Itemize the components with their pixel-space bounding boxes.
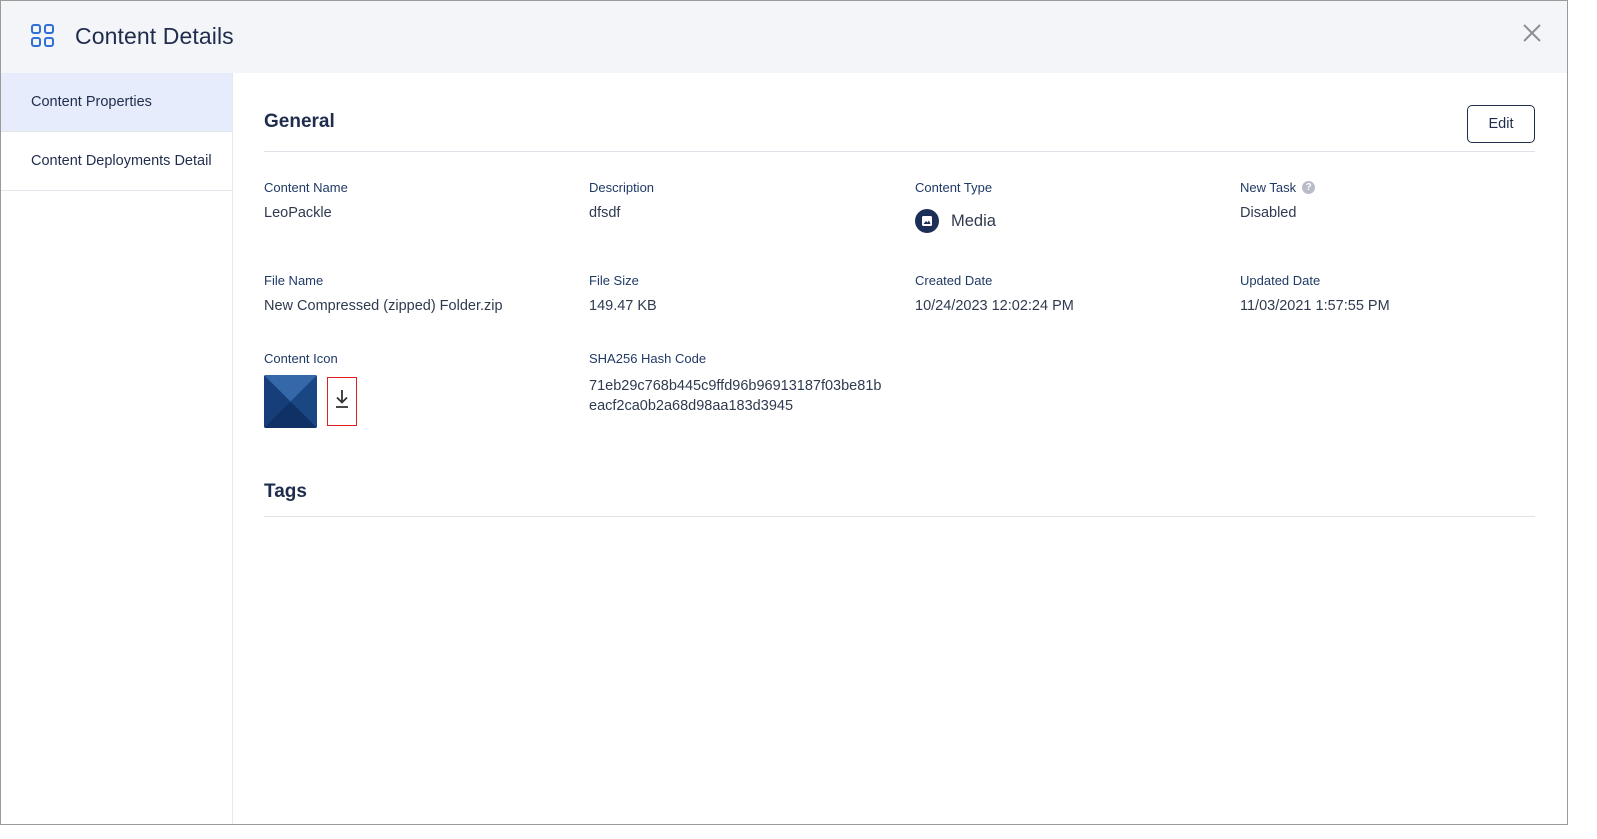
general-divider: [264, 151, 1535, 152]
description-value: dfsdf: [589, 205, 621, 221]
sidebar: Content Properties Content Deployments D…: [1, 73, 233, 824]
updated-date-value: 11/03/2021 1:57:55 PM: [1240, 298, 1390, 314]
new-task-value: Disabled: [1240, 205, 1297, 221]
new-task-label-text: New Task: [1240, 180, 1297, 195]
file-size-field: File Size 149.47 KB: [589, 273, 657, 314]
content-icon-row: [264, 375, 357, 428]
general-section-title: General: [264, 111, 335, 132]
download-button[interactable]: [327, 377, 357, 426]
download-icon: [334, 388, 350, 415]
content-name-value: LeoPackle: [264, 205, 332, 221]
new-task-field: New Task ? Disabled: [1240, 180, 1316, 221]
media-icon: [915, 209, 939, 233]
content-name-label: Content Name: [264, 180, 348, 195]
description-field: Description dfsdf: [589, 180, 654, 221]
created-date-field: Created Date 10/24/2023 12:02:24 PM: [915, 273, 1074, 314]
sha256-label: SHA256 Hash Code: [589, 351, 707, 366]
sha256-value: 71eb29c768b445c9ffd96b96913187f03be81b e…: [589, 376, 881, 416]
updated-date-label: Updated Date: [1240, 273, 1321, 288]
tags-divider: [264, 516, 1535, 517]
sidebar-item-content-properties[interactable]: Content Properties: [1, 73, 232, 132]
file-size-value: 149.47 KB: [589, 298, 657, 314]
sidebar-item-content-deployments-detail[interactable]: Content Deployments Detail: [1, 132, 232, 191]
updated-date-field: Updated Date 11/03/2021 1:57:55 PM: [1240, 273, 1390, 314]
file-name-field: File Name New Compressed (zipped) Folder…: [264, 273, 503, 314]
content-name-field: Content Name LeoPackle: [264, 180, 348, 221]
content-icon-field: Content Icon: [264, 351, 357, 428]
tags-section-title: Tags: [264, 481, 307, 502]
page-title: Content Details: [75, 23, 234, 49]
grid-icon: [31, 24, 55, 48]
content-type-field: Content Type Media: [915, 180, 996, 233]
content-type-value: Media: [915, 209, 996, 233]
close-icon[interactable]: [1520, 21, 1544, 45]
help-icon[interactable]: ?: [1302, 181, 1316, 194]
edit-button[interactable]: Edit: [1467, 105, 1535, 143]
sha256-line-1: 71eb29c768b445c9ffd96b96913187f03be81b: [589, 378, 882, 394]
description-label: Description: [589, 180, 655, 195]
created-date-label: Created Date: [915, 273, 993, 288]
content-icon-label: Content Icon: [264, 351, 338, 366]
created-date-value: 10/24/2023 12:02:24 PM: [915, 298, 1074, 314]
sha256-field: SHA256 Hash Code 71eb29c768b445c9ffd96b9…: [589, 351, 881, 416]
sha256-line-2: eacf2ca0b2a68d98aa183d3945: [589, 398, 794, 414]
new-task-label: New Task ?: [1240, 180, 1316, 195]
content-type-label: Content Type: [915, 180, 993, 195]
content-type-text: Media: [951, 211, 996, 230]
header-bar: Content Details: [1, 1, 1567, 73]
file-name-value: New Compressed (zipped) Folder.zip: [264, 298, 503, 314]
file-size-label: File Size: [589, 273, 639, 288]
content-details-window: Content Details Content Properties Conte…: [0, 0, 1568, 825]
content-icon-thumbnail: [264, 375, 317, 428]
file-name-label: File Name: [264, 273, 324, 288]
